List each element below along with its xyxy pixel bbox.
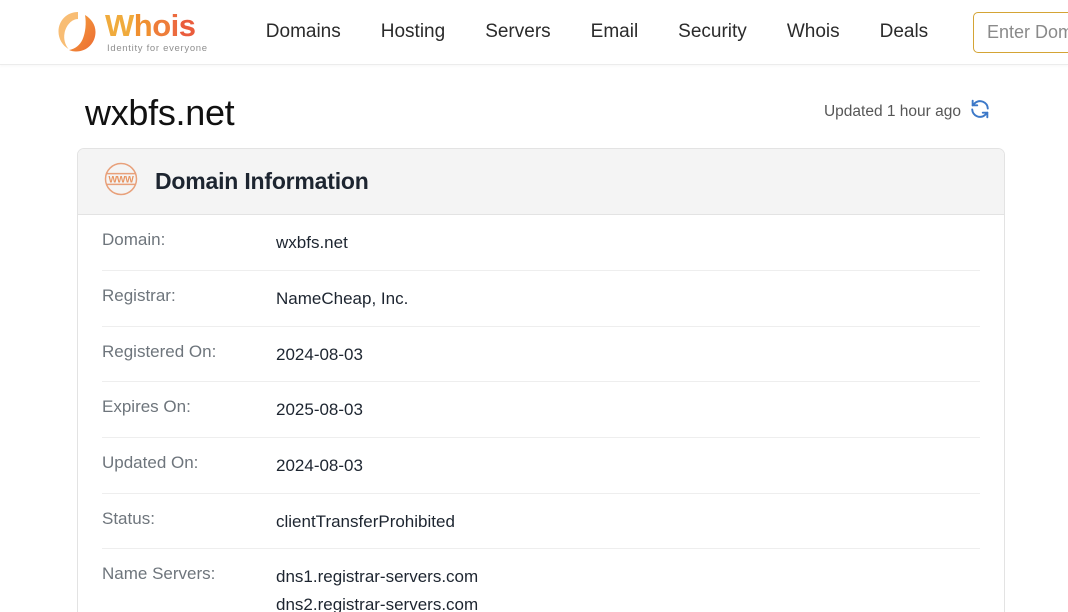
updated-status: Updated 1 hour ago <box>824 98 991 134</box>
nav-item-email[interactable]: Email <box>571 21 659 43</box>
refresh-icon[interactable] <box>969 98 991 125</box>
top-navbar: Whois Identity for everyone Domains Host… <box>0 0 1068 65</box>
title-row: wxbfs.net Updated 1 hour ago <box>55 65 1013 134</box>
brand-tagline: Identity for everyone <box>107 43 208 55</box>
nav-link-servers[interactable]: Servers <box>465 21 570 42</box>
main-nav: Domains Hosting Servers Email Security W… <box>246 21 948 43</box>
nav-link-security[interactable]: Security <box>658 21 767 42</box>
name-server-1: dns1.registrar-servers.com <box>276 567 479 587</box>
search-container <box>973 12 1068 53</box>
brand-letter-h: h <box>133 8 153 44</box>
table-row: Status: clientTransferProhibited <box>102 494 980 550</box>
row-label-registered-on: Registered On: <box>102 341 217 361</box>
row-value-expires-on: 2025-08-03 <box>276 400 363 420</box>
row-value-updated-on: 2024-08-03 <box>276 456 363 475</box>
nav-link-domains[interactable]: Domains <box>246 21 361 42</box>
nav-item-deals[interactable]: Deals <box>860 21 949 43</box>
nav-item-whois[interactable]: Whois <box>767 21 860 43</box>
svg-text:WWW: WWW <box>108 174 134 184</box>
table-row: Registrar: NameCheap, Inc. <box>102 271 980 327</box>
table-row: Registered On: 2024-08-03 <box>102 327 980 383</box>
brand-text: Whois Identity for everyone <box>105 10 208 54</box>
brand-letter-i: i <box>170 8 180 44</box>
page-content: wxbfs.net Updated 1 hour ago WWW Domain … <box>0 65 1068 612</box>
brand-letter-s: s <box>178 8 196 44</box>
card-title: Domain Information <box>155 168 369 195</box>
table-row: Domain: wxbfs.net <box>102 215 980 271</box>
row-label-domain: Domain: <box>102 230 166 250</box>
table-row: Name Servers: dns1.registrar-servers.com… <box>102 549 980 612</box>
row-value-status: clientTransferProhibited <box>276 511 455 531</box>
row-label-status: Status: <box>102 508 155 528</box>
nav-link-email[interactable]: Email <box>571 21 659 42</box>
nav-link-deals[interactable]: Deals <box>860 21 949 42</box>
nav-item-domains[interactable]: Domains <box>246 21 361 43</box>
row-value-name-servers: dns1.registrar-servers.com dns2.registra… <box>276 563 478 612</box>
nav-link-hosting[interactable]: Hosting <box>361 21 465 42</box>
whois-hand-logo-icon <box>55 9 101 55</box>
brand-wordmark: Whois <box>105 10 196 41</box>
domain-information-card: WWW Domain Information Domain: wxbfs.net… <box>77 148 1005 612</box>
row-label-expires-on: Expires On: <box>102 397 191 417</box>
row-label-name-servers: Name Servers: <box>102 564 216 584</box>
brand-letter-o: o <box>152 8 171 44</box>
nav-item-servers[interactable]: Servers <box>465 21 570 43</box>
row-label-updated-on: Updated On: <box>102 453 199 472</box>
nav-link-whois[interactable]: Whois <box>767 21 860 42</box>
brand-letter-w: W <box>105 8 134 44</box>
table-row: Updated On: 2024-08-03 <box>102 438 980 494</box>
row-value-registered-on: 2024-08-03 <box>276 344 363 364</box>
brand-logo-link[interactable]: Whois Identity for everyone <box>55 9 208 55</box>
row-value-registrar: NameCheap, Inc. <box>276 288 409 308</box>
table-row: Expires On: 2025-08-03 <box>102 382 980 438</box>
card-body: Domain: wxbfs.net Registrar: NameCheap, … <box>78 215 1004 612</box>
row-value-domain: wxbfs.net <box>276 233 348 253</box>
card-header: WWW Domain Information <box>78 149 1004 216</box>
name-server-2: dns2.registrar-servers.com <box>276 595 479 612</box>
nav-item-hosting[interactable]: Hosting <box>361 21 465 43</box>
www-globe-icon: WWW <box>102 160 140 203</box>
page-title: wxbfs.net <box>85 92 235 133</box>
nav-item-security[interactable]: Security <box>658 21 767 43</box>
domain-search-input[interactable] <box>973 12 1068 53</box>
updated-label: Updated 1 hour ago <box>823 102 961 120</box>
row-label-registrar: Registrar: <box>102 285 176 305</box>
